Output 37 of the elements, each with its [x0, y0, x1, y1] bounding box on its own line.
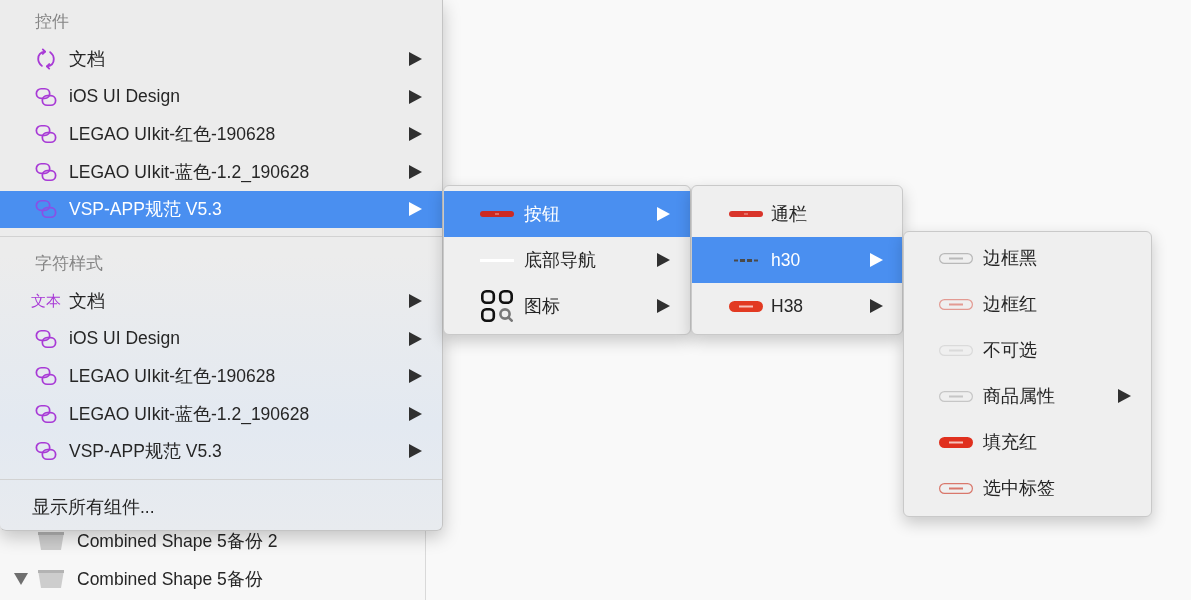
linked-shapes-icon [35, 160, 57, 183]
menu-item[interactable]: 底部导航 [444, 237, 690, 283]
layer-name: Combined Shape 5备份 [77, 568, 263, 591]
linked-shapes-icon [35, 365, 57, 388]
menu-item[interactable]: LEGAO UIkit-红色-190628 [0, 115, 442, 153]
menu-item[interactable]: 填充红 [904, 419, 1151, 465]
menu-item[interactable]: 图标 [444, 283, 690, 329]
linked-shapes-icon [35, 123, 57, 146]
menu-item[interactable]: H38 [692, 283, 902, 329]
menu-item[interactable]: LEGAO UIkit-蓝色-1.2_190628 [0, 153, 442, 191]
text-style-icon: 文本 [31, 291, 61, 311]
linked-shapes-icon [35, 198, 57, 221]
menu-item[interactable]: LEGAO UIkit-红色-190628 [0, 357, 442, 395]
menu-item[interactable]: 文本 文档 [0, 282, 442, 320]
linked-shapes-icon [35, 327, 57, 350]
menu-item[interactable]: 边框红 [904, 281, 1151, 327]
menu-item[interactable]: 显示所有组件... [0, 488, 442, 526]
menu-item[interactable]: 不可选 [904, 327, 1151, 373]
menu-item[interactable]: 商品属性 [904, 373, 1151, 419]
disclosure-triangle-icon[interactable] [14, 573, 28, 585]
menu-item[interactable]: iOS UI Design [0, 78, 442, 116]
menu-item[interactable]: VSP-APP规范 V5.3 [0, 432, 442, 470]
menu-section-header: 控件 [34, 11, 70, 34]
linked-shapes-icon [35, 440, 57, 463]
sync-icon [35, 48, 57, 71]
menu-item[interactable]: 通栏 [692, 191, 902, 237]
menu-item[interactable]: LEGAO UIkit-蓝色-1.2_190628 [0, 395, 442, 433]
layer-name: Combined Shape 5备份 2 [77, 530, 278, 553]
menu-item[interactable]: 选中标签 [904, 465, 1151, 511]
menu-item[interactable]: 边框黑 [904, 235, 1151, 281]
linked-shapes-icon [35, 402, 57, 425]
grid-search-icon [481, 290, 513, 322]
menu-item[interactable]: 文档 [0, 40, 442, 78]
menu-item[interactable]: iOS UI Design [0, 320, 442, 358]
linked-shapes-icon [35, 85, 57, 108]
menu-section-header: 字符样式 [34, 253, 104, 276]
tray-icon [38, 570, 64, 588]
